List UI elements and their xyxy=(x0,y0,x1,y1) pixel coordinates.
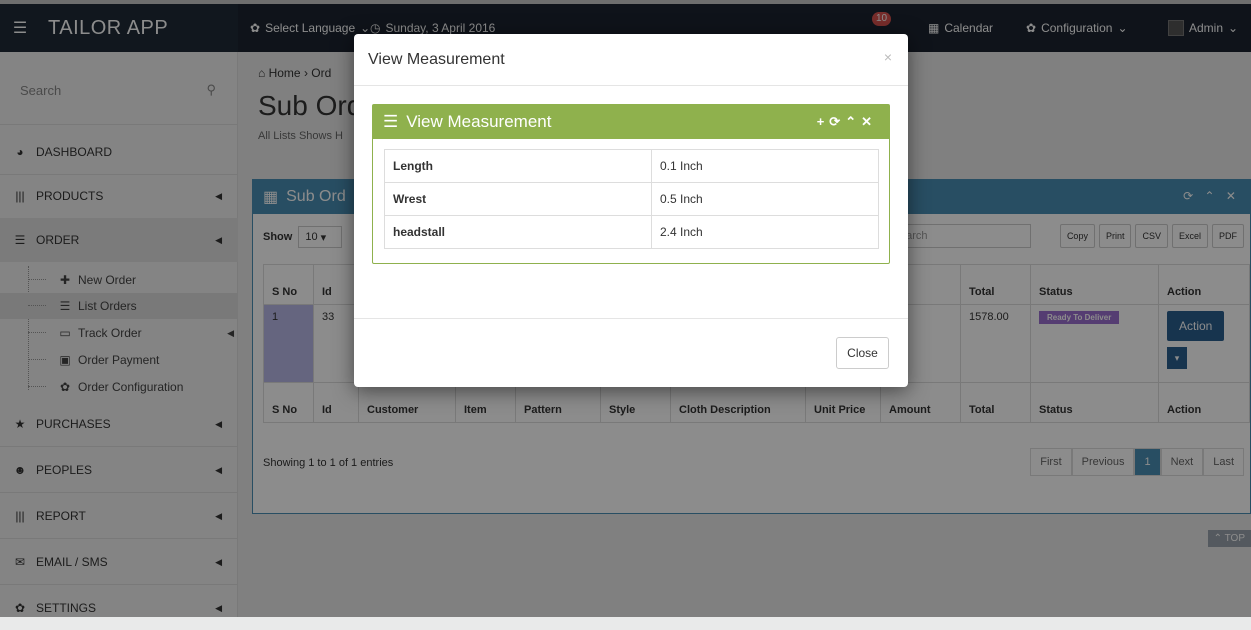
measurement-value: 2.4 Inch xyxy=(651,215,879,249)
measurement-value: 0.5 Inch xyxy=(651,182,879,216)
table-row: Wrest 0.5 Inch xyxy=(384,182,879,216)
panel-tools[interactable]: +⟳⌃✕ xyxy=(817,114,877,130)
measurement-key: Length xyxy=(384,149,652,183)
close-icon[interactable]: × xyxy=(884,49,892,65)
close-button[interactable]: Close xyxy=(836,337,889,369)
divider xyxy=(354,85,908,86)
modal-title: View Measurement xyxy=(368,51,505,68)
measurement-key: Wrest xyxy=(384,182,652,216)
measurement-value: 0.1 Inch xyxy=(651,149,879,183)
measurement-panel-header: ☰ View Measurement xyxy=(373,105,889,139)
list-icon: ☰ xyxy=(383,112,399,131)
view-measurement-modal: View Measurement × ☰ View Measurement +⟳… xyxy=(354,34,908,387)
measurement-panel: ☰ View Measurement +⟳⌃✕ Length 0.1 Inch … xyxy=(372,104,890,264)
divider xyxy=(354,318,908,319)
measurement-table: Length 0.1 Inch Wrest 0.5 Inch headstall… xyxy=(384,149,879,249)
table-row: Length 0.1 Inch xyxy=(384,149,879,183)
measurement-key: headstall xyxy=(384,215,652,249)
table-row: headstall 2.4 Inch xyxy=(384,215,879,249)
measurement-panel-title: View Measurement xyxy=(406,112,552,131)
